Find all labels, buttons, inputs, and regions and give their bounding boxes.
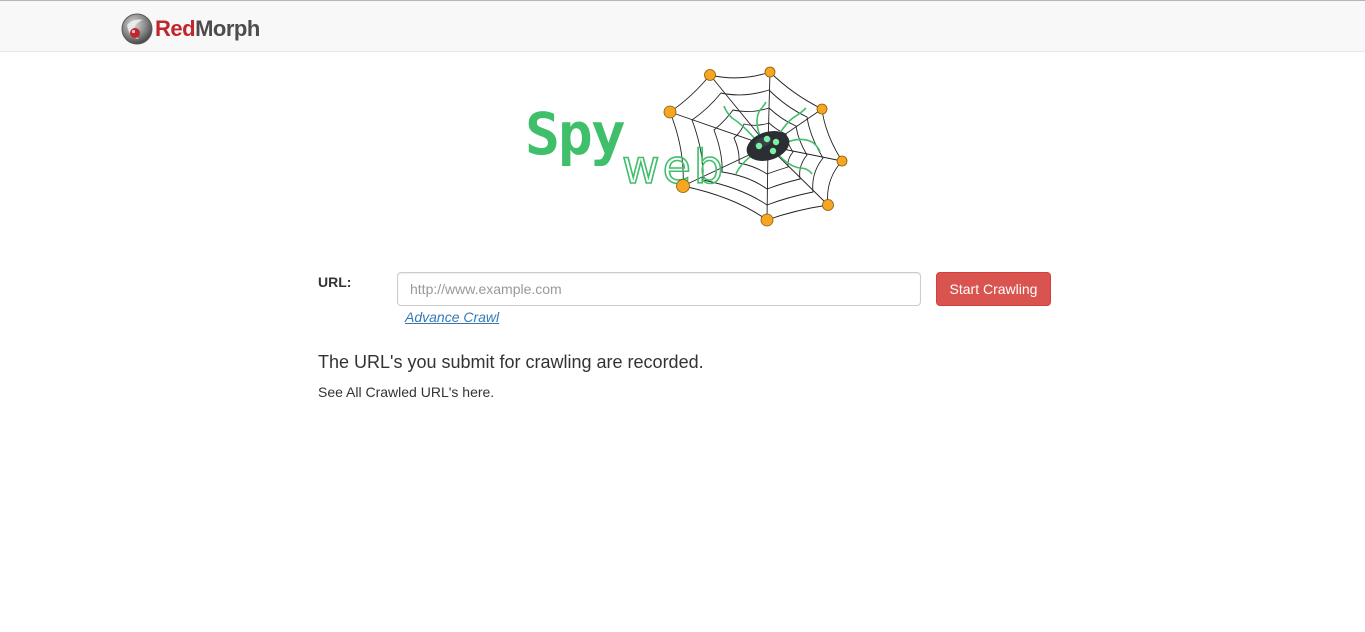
- logo-word-top: Spy: [525, 100, 625, 168]
- redmorph-logo-icon: [121, 13, 153, 45]
- brand-name: RedMorph: [155, 18, 260, 40]
- spyweb-logo: Spy web: [520, 62, 855, 237]
- spider-icon: [746, 131, 790, 161]
- brand-name-gray: Morph: [195, 16, 260, 41]
- top-navbar: RedMorph: [0, 0, 1365, 52]
- redmorph-logo[interactable]: RedMorph: [121, 13, 260, 45]
- logo-word-bottom: web: [622, 140, 726, 194]
- start-crawling-button[interactable]: Start Crawling: [936, 272, 1051, 306]
- recording-notice: The URL's you submit for crawling are re…: [318, 352, 704, 372]
- crawled-urls-text: See All Crawled URL's here.: [318, 384, 495, 400]
- spyweb-logo-graphic: Spy web: [525, 66, 848, 227]
- advance-crawl-link[interactable]: Advance Crawl: [405, 309, 499, 325]
- url-label: URL:: [318, 274, 352, 290]
- brand-name-red: Red: [155, 16, 196, 41]
- url-input[interactable]: [397, 272, 921, 306]
